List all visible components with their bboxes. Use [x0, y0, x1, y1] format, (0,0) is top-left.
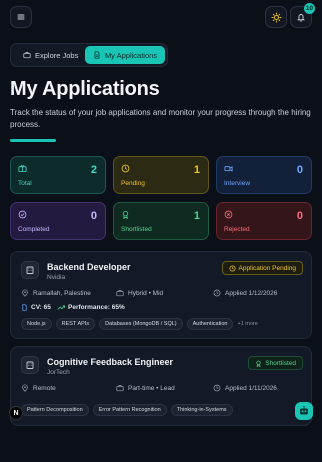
briefcase-icon [116, 290, 124, 297]
skill-tag: Pattern Decomposition [21, 404, 89, 416]
status-badge: Application Pending [221, 261, 303, 275]
tab-label: My Applications [104, 50, 158, 60]
building-icon [26, 361, 34, 369]
stat-label: Pending [121, 180, 145, 187]
job-location: Ramallah, Palestine [21, 289, 91, 297]
stat-label: Rejected [224, 226, 250, 233]
stat-card-pending[interactable]: 1 Pending [113, 156, 209, 194]
performance-score: Performance: 65% [57, 304, 125, 311]
bell-icon [297, 14, 305, 22]
company-logo [21, 261, 39, 279]
skill-tag: REST APIs [55, 318, 96, 330]
stat-label: Interview [224, 180, 251, 187]
robot-icon [300, 406, 308, 415]
title-accent-divider [10, 139, 56, 142]
check-circle-icon [18, 210, 27, 219]
assistant-chat-button[interactable] [295, 402, 313, 420]
nextjs-dev-badge[interactable]: N [9, 406, 23, 420]
skill-tag: Error Pattern Recognition [92, 404, 167, 416]
view-tabs: Explore Jobs My Applications [10, 43, 168, 67]
skill-tag: Thinking-in-Systems [170, 404, 233, 416]
cv-score: CV: 65 [21, 304, 51, 311]
stat-value: 0 [296, 164, 303, 176]
skill-tag: Authentication [186, 318, 234, 330]
briefcase-icon [18, 165, 27, 173]
location-text: Ramallah, Palestine [33, 289, 91, 297]
stat-card-interview[interactable]: 0 Interview [216, 156, 312, 194]
skill-tag: Node.js [21, 318, 52, 330]
menu-icon [17, 14, 25, 20]
performance-text: Performance: 65% [68, 304, 125, 311]
stat-card-shortlisted[interactable]: 1 Shortlisted [113, 202, 209, 240]
application-card[interactable]: Cognitive Feedback Engineer JorTech Shor… [10, 346, 312, 426]
stat-value: 0 [296, 210, 303, 222]
company-name: Nvidia [47, 274, 66, 281]
document-icon [94, 51, 100, 59]
status-badge: Shortlisted [248, 356, 303, 370]
file-icon [22, 304, 27, 311]
job-title[interactable]: Cognitive Feedback Engineer [47, 357, 173, 367]
skill-tags: Pattern Decomposition Error Pattern Reco… [21, 404, 233, 416]
notification-count-badge: 10 [303, 3, 315, 14]
page-title: My Applications [10, 78, 160, 100]
stat-value: 0 [90, 210, 97, 222]
stat-card-rejected[interactable]: 0 Rejected [216, 202, 312, 240]
stat-label: Total [18, 180, 32, 187]
stat-label: Completed [18, 226, 50, 233]
stat-label: Shortlisted [121, 226, 152, 233]
theme-toggle-button[interactable] [265, 6, 287, 28]
applied-date-text: Applied 1/12/2026 [225, 289, 278, 297]
notifications-button[interactable]: 10 [290, 3, 315, 28]
building-icon [26, 266, 34, 274]
company-name: JorTech [47, 369, 70, 376]
clock-icon [121, 164, 130, 173]
applied-date: Applied 1/11/2026 [213, 384, 277, 392]
trending-up-icon [57, 305, 65, 310]
skill-tag: Databases (MongoDB / SQL) [99, 318, 183, 330]
stat-value: 1 [193, 210, 200, 222]
skill-tags: Node.js REST APIs Databases (MongoDB / S… [21, 318, 258, 330]
job-type: Hybrid • Mid [116, 289, 163, 297]
cv-score-text: CV: 65 [31, 304, 51, 311]
job-type-text: Hybrid • Mid [128, 289, 164, 297]
stat-card-total[interactable]: 2 Total [10, 156, 106, 194]
tab-my-applications[interactable]: My Applications [85, 46, 165, 64]
map-pin-icon [22, 289, 28, 297]
job-type-text: Part-time • Lead [128, 384, 175, 392]
applied-date-text: Applied 1/11/2026 [225, 384, 277, 392]
tab-explore-jobs[interactable]: Explore Jobs [19, 46, 82, 64]
application-card[interactable]: Backend Developer Nvidia Application Pen… [10, 251, 312, 339]
clock-icon [229, 264, 236, 272]
map-pin-icon [22, 384, 28, 392]
briefcase-icon [116, 385, 124, 392]
video-icon [224, 166, 233, 172]
status-label: Shortlisted [265, 359, 296, 367]
award-icon [122, 210, 129, 219]
job-title[interactable]: Backend Developer [47, 262, 131, 272]
location-text: Remote [33, 384, 56, 392]
sun-icon [270, 11, 282, 23]
stat-card-completed[interactable]: 0 Completed [10, 202, 106, 240]
briefcase-icon [23, 52, 31, 59]
company-logo [21, 356, 39, 374]
award-icon [256, 360, 261, 367]
stat-value: 2 [90, 164, 97, 176]
more-skills-count[interactable]: +1 more [237, 321, 257, 327]
top-bar: 10 [0, 0, 322, 34]
menu-button[interactable] [10, 6, 32, 28]
applied-date: Applied 1/12/2026 [213, 289, 277, 297]
status-label: Application Pending [238, 264, 296, 272]
clock-icon [213, 289, 221, 297]
tab-label: Explore Jobs [35, 50, 79, 60]
job-location: Remote [21, 384, 56, 392]
page-subtitle: Track the status of your job application… [10, 108, 311, 129]
stat-value: 1 [193, 164, 200, 176]
clock-icon [213, 384, 221, 392]
x-circle-icon [224, 210, 233, 219]
job-type: Part-time • Lead [116, 384, 175, 392]
